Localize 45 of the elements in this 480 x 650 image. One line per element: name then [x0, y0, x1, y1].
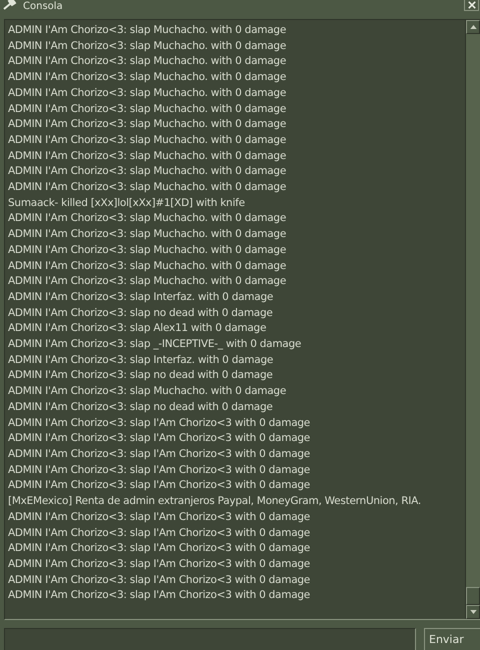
- console-line: ADMIN I'Am Chorizo<3: slap I'Am Chorizo<3 with 0 damage: [8, 416, 312, 431]
- console-line: ADMIN I'Am Chorizo<3: slap I'Am Chorizo<3 with 0 damage: [8, 588, 312, 604]
- console-line: ADMIN I'Am Chorizo<3: slap Muchacho. with 0 damage: [8, 274, 288, 290]
- console-line: ADMIN I'Am Chorizo<3: slap I'Am Chorizo<3 with 0 damage: [8, 572, 312, 588]
- scroll-thumb[interactable]: [466, 587, 480, 606]
- console-line: ADMIN I'Am Chorizo<3: slap I'Am Chorizo<3 with 0 damage: [8, 446, 312, 462]
- window-title: Consola: [23, 0, 64, 13]
- console-line: ADMIN I'Am Chorizo<3: slap I'Am Chorizo<3 with 0 damage: [8, 556, 312, 572]
- console-line: ADMIN I'Am Chorizo<3: slap I'Am Chorizo<3 with 0 damage: [8, 478, 312, 494]
- scrollbar[interactable]: [465, 20, 480, 620]
- console-line: ADMIN I'Am Chorizo<3: slap Interfaz. with 0 damage: [8, 352, 274, 368]
- console-line: ADMIN I'Am Chorizo<3: slap Muchacho. with 0 damage: [8, 117, 288, 132]
- console-line: ADMIN I'Am Chorizo<3: slap Muchacho. with 0 damage: [8, 54, 288, 70]
- console-line: ADMIN I'Am Chorizo<3: slap I'Am Chorizo<3 with 0 damage: [8, 431, 312, 446]
- console-line: ADMIN I'Am Chorizo<3: slap no dead with 0 damage: [8, 306, 274, 321]
- console-line: ADMIN I'Am Chorizo<3: slap Muchacho. with 0 damage: [8, 227, 288, 242]
- console-line: ADMIN I'Am Chorizo<3: slap Muchacho. with 0 damage: [8, 86, 288, 101]
- console-line: ADMIN I'Am Chorizo<3: slap I'Am Chorizo<3 with 0 damage: [8, 462, 312, 478]
- scroll-up-icon[interactable]: [466, 20, 480, 34]
- console-line: ADMIN I'Am Chorizo<3: slap I'Am Chorizo<3 with 0 damage: [8, 541, 312, 556]
- console-line: ADMIN I'Am Chorizo<3: slap _-INCEPTIVE-_ with 0 damage: [8, 337, 302, 352]
- console-line: ADMIN I'Am Chorizo<3: slap Muchacho. with 0 damage: [8, 132, 288, 148]
- command-input-field[interactable]: [4, 628, 416, 650]
- console-line: ADMIN I'Am Chorizo<3: slap no dead with 0 damage: [8, 368, 274, 384]
- console-line: ADMIN I'Am Chorizo<3: slap Alex11 with 0 damage: [8, 321, 268, 336]
- console-line: ADMIN I'Am Chorizo<3: slap Muchacho. with 0 damage: [8, 258, 288, 274]
- send-button[interactable]: Enviar: [424, 628, 480, 650]
- console-line: ADMIN I'Am Chorizo<3: slap Muchacho. with 0 damage: [8, 180, 288, 196]
- console-line: ADMIN I'Am Chorizo<3: slap no dead with 0 damage: [8, 400, 274, 415]
- close-button[interactable]: [464, 0, 479, 11]
- console-line: ADMIN I'Am Chorizo<3: slap Muchacho. with 0 damage: [8, 102, 288, 117]
- console-line: ADMIN I'Am Chorizo<3: slap Muchacho. with 0 damage: [8, 38, 288, 54]
- console-line: ADMIN I'Am Chorizo<3: slap I'Am Chorizo<3 with 0 damage: [8, 526, 312, 540]
- console-line: Sumaack- killed [xXx]lol[xXx]#1[XD] with knife: [8, 196, 246, 211]
- console-line: ADMIN I'Am Chorizo<3: slap Interfaz. with 0 damage: [8, 290, 274, 305]
- console-line: ADMIN I'Am Chorizo<3: slap Muchacho. with 0 damage: [8, 70, 288, 86]
- console-line: ADMIN I'Am Chorizo<3: slap Muchacho. with 0 damage: [8, 384, 288, 400]
- console-line: ADMIN I'Am Chorizo<3: slap Muchacho. with 0 damage: [8, 164, 288, 180]
- console-line: [MxEMexico] Renta de admin extranjeros Paypal, MoneyGram, WesternUnion, RIA.: [8, 494, 422, 510]
- console-line: ADMIN I'Am Chorizo<3: slap I'Am Chorizo<3 with 0 damage: [8, 510, 312, 525]
- scroll-down-icon[interactable]: [466, 605, 480, 620]
- console-line: ADMIN I'Am Chorizo<3: slap Muchacho. with 0 damage: [8, 211, 288, 226]
- console-line: ADMIN I'Am Chorizo<3: slap Muchacho. with 0 damage: [8, 242, 288, 258]
- console-line: ADMIN I'Am Chorizo<3: slap Muchacho. with 0 damage: [8, 148, 288, 164]
- console-line: ADMIN I'Am Chorizo<3: slap Muchacho. with 0 damage: [8, 23, 288, 38]
